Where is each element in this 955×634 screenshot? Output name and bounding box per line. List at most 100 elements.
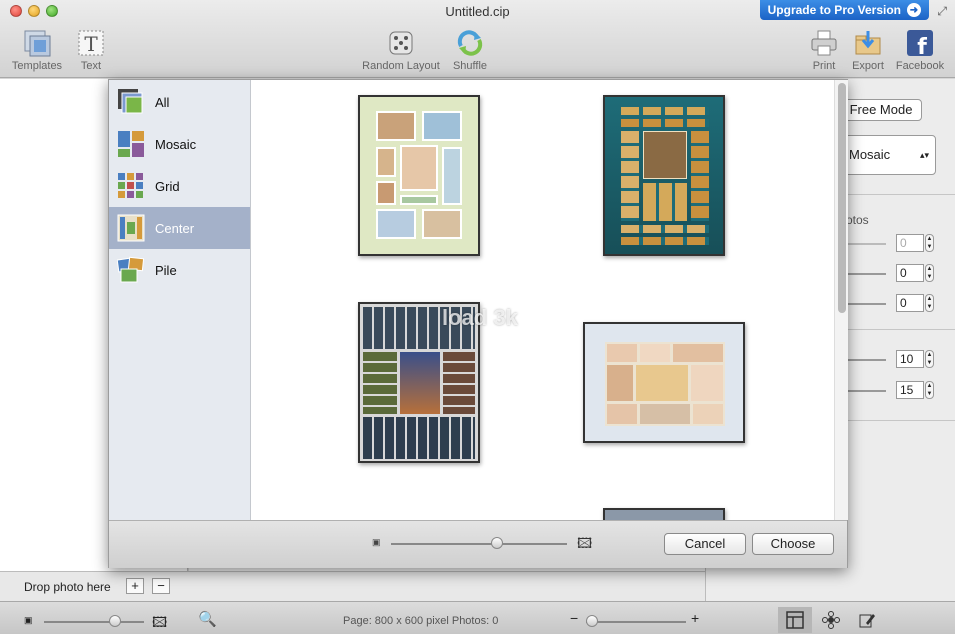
print-label: Print xyxy=(812,60,836,72)
window-toolbar: Untitled.cip Upgrade to Pro Version ➜ ⤢ … xyxy=(0,0,955,78)
zoom-slider[interactable] xyxy=(586,621,686,623)
category-all[interactable]: All xyxy=(109,81,250,123)
choose-button[interactable]: Choose xyxy=(752,533,834,555)
zoom-out-button[interactable]: − xyxy=(570,610,578,626)
slider-knob[interactable] xyxy=(109,615,121,627)
text-label: Text xyxy=(80,60,102,72)
drop-bar: Drop photo here + − xyxy=(0,571,705,601)
pencil-icon xyxy=(859,614,875,628)
facebook-button[interactable]: f Facebook xyxy=(892,28,948,72)
shuffle-button[interactable]: Shuffle xyxy=(448,28,492,72)
text-icon: T xyxy=(76,28,106,58)
value-field-4[interactable]: 10 xyxy=(896,350,924,368)
drop-photo-label: Drop photo here xyxy=(24,580,111,594)
svg-text:T: T xyxy=(84,32,98,56)
fullscreen-icon[interactable]: ⤢ xyxy=(937,4,947,19)
facebook-icon: f xyxy=(905,28,935,58)
template-thumbnail[interactable] xyxy=(603,508,725,520)
category-center[interactable]: Center xyxy=(109,207,250,249)
upgrade-label: Upgrade to Pro Version xyxy=(767,3,901,17)
all-icon xyxy=(118,89,143,114)
mode-select[interactable]: Mosaic ▴▾ xyxy=(840,135,936,175)
template-thumbnail[interactable] xyxy=(358,95,480,256)
stepper-5[interactable]: ▲ ▼ xyxy=(925,381,934,399)
template-thumbnail[interactable] xyxy=(603,95,725,256)
category-pile-label: Pile xyxy=(155,262,177,278)
templates-label: Templates xyxy=(11,60,63,72)
template-scrollbar[interactable] xyxy=(834,80,848,520)
effects-button[interactable] xyxy=(814,607,848,633)
value-field-1[interactable]: 0 xyxy=(896,234,924,252)
cancel-button[interactable]: Cancel xyxy=(664,533,746,555)
category-center-label: Center xyxy=(155,220,195,236)
dice-icon xyxy=(386,28,416,58)
slider-track[interactable] xyxy=(846,359,886,361)
grid-icon xyxy=(118,173,143,198)
template-size-slider[interactable] xyxy=(391,543,567,545)
random-layout-label: Random Layout xyxy=(362,60,440,72)
page-info: Page: 800 x 600 pixel Photos: 0 xyxy=(343,615,499,627)
small-image-icon: ▣ xyxy=(24,615,33,625)
category-all-label: All xyxy=(155,94,170,110)
template-thumbnail[interactable] xyxy=(583,322,745,443)
mode-select-value: Mosaic xyxy=(849,147,891,162)
value-field-5[interactable]: 15 xyxy=(896,381,924,399)
scrollbar-thumb[interactable] xyxy=(838,83,846,313)
templates-popup: All Mosaic Grid Center Pile load 3k ▣ 🖾 … xyxy=(108,79,848,568)
stepper-3[interactable]: ▲ ▼ xyxy=(925,294,934,312)
layout-icon xyxy=(786,611,804,629)
text-button[interactable]: T Text xyxy=(72,28,110,72)
slider-track[interactable] xyxy=(846,390,886,392)
add-photo-button[interactable]: + xyxy=(126,578,144,594)
export-icon xyxy=(853,28,883,58)
value-field-2[interactable]: 0 xyxy=(896,264,924,282)
slider-track[interactable] xyxy=(846,243,886,245)
zoom-icon[interactable]: 🔍 xyxy=(198,610,217,628)
popup-footer: ▣ 🖾 Cancel Choose xyxy=(109,520,847,568)
category-mosaic-label: Mosaic xyxy=(155,136,197,152)
remove-photo-button[interactable]: − xyxy=(152,578,170,594)
thumb-size-slider[interactable] xyxy=(44,621,144,623)
photos-label: otos xyxy=(846,213,869,227)
stepper-1[interactable]: ▲ ▼ xyxy=(925,234,934,252)
arrow-right-icon: ➜ xyxy=(907,3,921,17)
status-bar: ▣ 🖾 🔍 Page: 800 x 600 pixel Photos: 0 − … xyxy=(0,601,955,634)
category-sidebar: All Mosaic Grid Center Pile xyxy=(109,80,251,520)
export-button[interactable]: Export xyxy=(848,28,888,72)
stepper-2[interactable]: ▲ ▼ xyxy=(925,264,934,282)
print-button[interactable]: Print xyxy=(808,28,840,72)
mosaic-icon xyxy=(118,131,144,157)
flower-icon xyxy=(822,611,840,629)
category-grid-label: Grid xyxy=(155,178,180,194)
category-pile[interactable]: Pile xyxy=(109,249,250,291)
category-grid[interactable]: Grid xyxy=(109,165,250,207)
stepper-4[interactable]: ▲ ▼ xyxy=(925,350,934,368)
value-field-3[interactable]: 0 xyxy=(896,294,924,312)
category-mosaic[interactable]: Mosaic xyxy=(109,123,250,165)
large-image-icon: 🖾 xyxy=(577,535,593,551)
random-layout-button[interactable]: Random Layout xyxy=(358,28,444,72)
slider-track[interactable] xyxy=(846,303,886,305)
small-image-icon: ▣ xyxy=(372,537,381,547)
export-label: Export xyxy=(852,60,884,72)
upgrade-button[interactable]: Upgrade to Pro Version ➜ xyxy=(759,0,929,20)
facebook-label: Facebook xyxy=(895,60,945,72)
free-mode-button[interactable]: Free Mode xyxy=(840,99,922,121)
templates-icon xyxy=(22,28,52,58)
template-size-knob[interactable] xyxy=(491,537,503,549)
layout-view-button[interactable] xyxy=(778,607,812,633)
zoom-slider-knob[interactable] xyxy=(586,615,598,627)
edit-button[interactable] xyxy=(850,607,884,633)
slider-track[interactable] xyxy=(846,273,886,275)
templates-button[interactable]: Templates xyxy=(8,28,66,72)
center-icon xyxy=(117,214,145,242)
template-grid: load 3k xyxy=(252,80,834,520)
printer-icon xyxy=(809,28,839,58)
updown-icon: ▴▾ xyxy=(919,150,929,160)
watermark-text: load 3k xyxy=(442,305,518,330)
large-image-icon: 🖾 xyxy=(152,614,168,630)
svg-text:f: f xyxy=(917,35,927,58)
shuffle-label: Shuffle xyxy=(452,60,488,72)
shuffle-icon xyxy=(455,28,485,58)
zoom-in-button[interactable]: + xyxy=(691,610,699,626)
